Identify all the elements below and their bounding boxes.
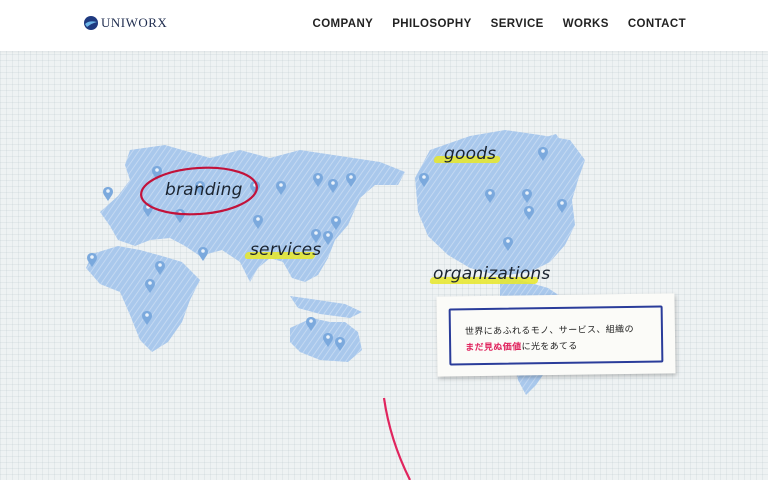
nav-company[interactable]: COMPANY — [313, 18, 374, 30]
tag-organizations: organizations — [433, 264, 551, 284]
continent-africa — [86, 246, 200, 352]
logo[interactable]: UNIWORX — [83, 15, 167, 31]
main-nav: COMPANY PHILOSOPHY SERVICE WORKS CONTACT — [294, 18, 687, 30]
nav-contact[interactable]: CONTACT — [628, 18, 686, 30]
logo-wave-icon — [84, 16, 98, 30]
world-map — [86, 130, 585, 480]
tagline-line-1: 世界にあふれるモノ、サービス、組織の — [464, 324, 635, 338]
tagline-card: 世界にあふれるモノ、サービス、組織の まだ見ぬ価値に光をあてる — [436, 293, 676, 377]
tag-branding: branding — [165, 180, 243, 200]
tag-goods: goods — [444, 144, 497, 164]
logo-text: UNIWORX — [101, 15, 168, 30]
red-scribble-line — [382, 397, 411, 480]
tagline-rest: に光をあてる — [521, 341, 578, 353]
tagline-highlight: まだ見ぬ価値 — [465, 342, 522, 354]
site-header: UNIWORX COMPANY PHILOSOPHY SERVICE WORKS… — [0, 0, 768, 51]
tagline-line-2: まだ見ぬ価値に光をあてる — [465, 339, 578, 354]
nav-works[interactable]: WORKS — [563, 18, 609, 30]
islands-se-asia — [290, 296, 362, 318]
nav-service[interactable]: SERVICE — [491, 18, 544, 30]
tag-services: services — [250, 240, 322, 260]
nav-philosophy[interactable]: PHILOSOPHY — [392, 18, 471, 30]
